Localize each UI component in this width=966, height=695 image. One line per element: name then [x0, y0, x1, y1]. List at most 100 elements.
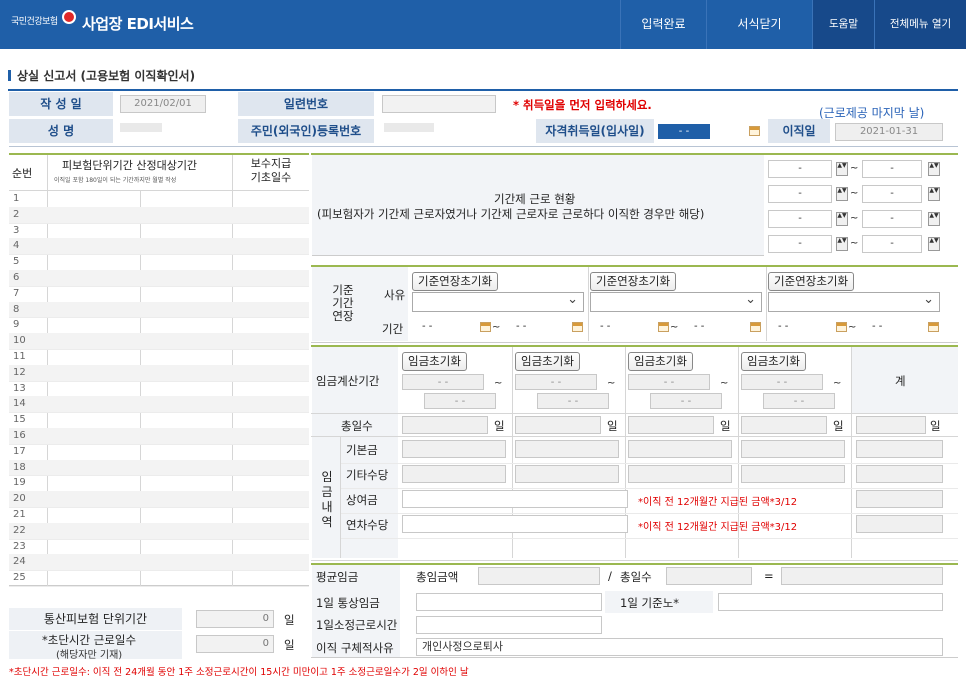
- wage-end-date[interactable]: - -: [763, 393, 835, 409]
- wage-item-total[interactable]: [856, 490, 943, 508]
- wage-days-field[interactable]: [628, 416, 714, 434]
- total-days-label: 총일수: [620, 570, 652, 584]
- write-date-field[interactable]: 2021/02/01: [120, 95, 206, 113]
- wage-reset-button[interactable]: 임금초기화: [515, 352, 580, 371]
- calendar-icon[interactable]: [480, 322, 491, 332]
- wage-end-date[interactable]: - -: [537, 393, 609, 409]
- spinner-icon[interactable]: ▲▼: [836, 187, 848, 201]
- wage-reset-button[interactable]: 임금초기화: [628, 352, 693, 371]
- leave-date-field[interactable]: 2021-01-31: [835, 123, 943, 141]
- total-period-field[interactable]: 0: [196, 610, 274, 628]
- row-number: 18: [13, 461, 26, 473]
- ext-start-date[interactable]: - -: [422, 321, 432, 332]
- ext-reset-button[interactable]: 기준연장초기화: [590, 272, 677, 291]
- spinner-icon[interactable]: ▲▼: [836, 212, 848, 226]
- short-days-field[interactable]: 0: [196, 635, 274, 653]
- spinner-icon[interactable]: ▲▼: [928, 162, 940, 176]
- wage-item-field[interactable]: [402, 490, 628, 508]
- ext-start-date[interactable]: - -: [778, 321, 788, 332]
- total-amount-label: 총임금액: [416, 570, 459, 584]
- wage-item-field[interactable]: [628, 465, 732, 483]
- ext-end-date[interactable]: - -: [694, 321, 704, 332]
- submit-button[interactable]: 입력완료: [620, 0, 706, 49]
- wage-item-total[interactable]: [856, 440, 943, 458]
- term-title: 기간제 근로 현황: [494, 192, 576, 206]
- wage-item-total[interactable]: [856, 465, 943, 483]
- ext-reason-select[interactable]: [412, 292, 584, 312]
- acq-calendar-icon[interactable]: [749, 126, 760, 136]
- spinner-icon[interactable]: ▲▼: [928, 187, 940, 201]
- short-days-unit: 일: [284, 638, 295, 652]
- leave-reason-field[interactable]: 개인사정으로퇴사: [416, 638, 943, 656]
- term-end-field[interactable]: -: [862, 235, 922, 253]
- wage-item-field[interactable]: [402, 515, 628, 533]
- wage-start-date[interactable]: - -: [741, 374, 823, 390]
- close-form-button[interactable]: 서식닫기: [706, 0, 812, 49]
- help-button[interactable]: 도움말: [812, 0, 874, 49]
- wage-start-date[interactable]: - -: [515, 374, 597, 390]
- wage-item-note: *이직 전 12개월간 지급된 금액*3/12: [638, 497, 798, 508]
- term-start-field[interactable]: -: [768, 185, 832, 203]
- calendar-icon[interactable]: [658, 322, 669, 332]
- total-amount-field[interactable]: [478, 567, 600, 585]
- total-days-field[interactable]: [666, 567, 752, 585]
- ext-reset-button[interactable]: 기준연장초기화: [768, 272, 855, 291]
- serial-field[interactable]: [382, 95, 496, 113]
- wage-days-field[interactable]: [402, 416, 488, 434]
- wage-item-field[interactable]: [402, 440, 506, 458]
- term-end-field[interactable]: -: [862, 185, 922, 203]
- wage-start-date[interactable]: - -: [628, 374, 710, 390]
- row-stripe: [9, 206, 309, 223]
- ext-reason-select[interactable]: [590, 292, 762, 312]
- wage-item-field[interactable]: [515, 465, 619, 483]
- ext-reset-button[interactable]: 기준연장초기화: [412, 272, 499, 291]
- wage-item-field[interactable]: [741, 465, 845, 483]
- spinner-icon[interactable]: ▲▼: [836, 237, 848, 251]
- daily-std-field[interactable]: [718, 593, 943, 611]
- wage-item-field[interactable]: [628, 440, 732, 458]
- row-number: 16: [13, 430, 26, 441]
- term-start-field[interactable]: -: [768, 160, 832, 178]
- wage-reset-button[interactable]: 임금초기화: [741, 352, 806, 371]
- wage-reset-button[interactable]: 임금초기화: [402, 352, 467, 371]
- daily-wage-field[interactable]: [416, 593, 602, 611]
- calendar-icon[interactable]: [750, 322, 761, 332]
- term-start-field[interactable]: -: [768, 235, 832, 253]
- calendar-icon[interactable]: [572, 322, 583, 332]
- term-start-field[interactable]: -: [768, 210, 832, 228]
- acq-date-field[interactable]: - -: [658, 124, 710, 139]
- wage-item-field[interactable]: [515, 440, 619, 458]
- col-period-header: 피보험단위기간 산정대상기간: [62, 159, 198, 172]
- tilde: ~: [848, 322, 857, 333]
- footnote: *초단시간 근로일수: 이직 전 24개월 동안 1주 소정근로시간이 15시간…: [9, 667, 469, 678]
- tilde: ~: [850, 163, 859, 174]
- term-end-field[interactable]: -: [862, 210, 922, 228]
- calendar-icon[interactable]: [836, 322, 847, 332]
- wage-days-field[interactable]: [515, 416, 601, 434]
- spinner-icon[interactable]: ▲▼: [928, 212, 940, 226]
- calendar-icon[interactable]: [928, 322, 939, 332]
- spinner-icon[interactable]: ▲▼: [928, 237, 940, 251]
- ext-start-date[interactable]: - -: [600, 321, 610, 332]
- ext-end-date[interactable]: - -: [872, 321, 882, 332]
- wage-days-field[interactable]: [741, 416, 827, 434]
- row-number: 6: [13, 272, 20, 283]
- wage-item-field[interactable]: [741, 440, 845, 458]
- wage-end-date[interactable]: - -: [424, 393, 496, 409]
- term-end-field[interactable]: -: [862, 160, 922, 178]
- all-menu-button[interactable]: 전체메뉴 열기: [874, 0, 966, 49]
- wage-end-date[interactable]: - -: [650, 393, 722, 409]
- daily-hours-field[interactable]: [416, 616, 602, 634]
- ext-reason-select[interactable]: [768, 292, 940, 312]
- wage-item-total[interactable]: [856, 515, 943, 533]
- wage-item-field[interactable]: [402, 465, 506, 483]
- ext-end-date[interactable]: - -: [516, 321, 526, 332]
- wage-start-date[interactable]: - -: [402, 374, 484, 390]
- total-period-label: 통산피보험 단위기간: [9, 608, 182, 630]
- wage-item-label: 기타수당: [346, 468, 389, 482]
- avg-result-field[interactable]: [781, 567, 943, 585]
- top-bar: 국민건강보험 사업장 EDI서비스 입력완료 서식닫기 도움말 전체메뉴 열기: [0, 0, 966, 49]
- app-title: 사업장 EDI서비스: [82, 15, 194, 33]
- wage-days-total-field[interactable]: [856, 416, 926, 434]
- spinner-icon[interactable]: ▲▼: [836, 162, 848, 176]
